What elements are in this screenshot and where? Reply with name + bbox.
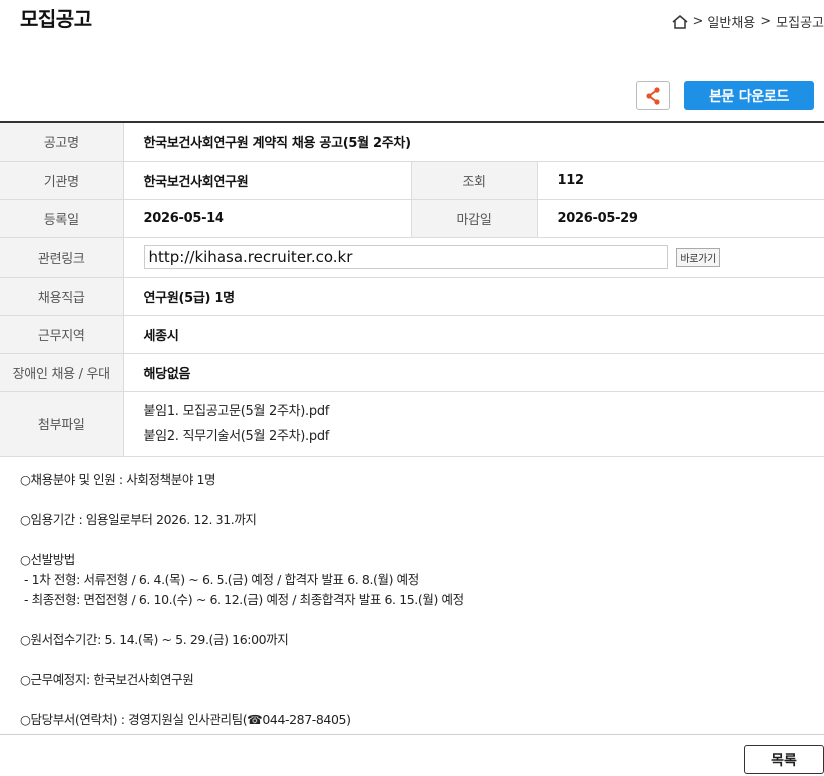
org-label: 기관명	[0, 161, 124, 200]
table-row: 첨부파일 붙임1. 모집공고문(5월 2주차).pdf 붙임2. 직무기술서(5…	[0, 391, 824, 457]
table-row: 관련링크 바로가기	[0, 237, 824, 278]
body-selection-step1: - 1차 전형: 서류전형 / 6. 4.(목) ~ 6. 5.(금) 예정 /…	[24, 572, 419, 587]
body-field: ○채용분야 및 인원 : 사회정책분야 1명	[20, 472, 216, 487]
breadcrumb-item-general[interactable]: 일반채용	[707, 12, 755, 31]
body-selection-step2: - 최종전형: 면접전형 / 6. 10.(수) ~ 6. 12.(금) 예정 …	[24, 592, 464, 607]
link-label: 관련링크	[0, 237, 124, 278]
link-input[interactable]	[143, 245, 668, 269]
table-row: 근무지역 세종시	[0, 315, 824, 354]
attachment-label: 첨부파일	[0, 391, 124, 457]
position-label: 채용직급	[0, 277, 124, 316]
title-label: 공고명	[0, 122, 124, 162]
body-period: ○임용기간 : 임용일로부터 2026. 12. 31.까지	[20, 512, 257, 527]
breadcrumb-separator: >	[692, 14, 704, 29]
body-workplace: ○근무예정지: 한국보건사회연구원	[20, 672, 194, 687]
body-selection: ○선발방법	[20, 552, 75, 567]
org-value: 한국보건사회연구원	[123, 161, 411, 200]
disabled-label: 장애인 채용 / 우대	[0, 353, 124, 392]
list-button[interactable]: 목록	[744, 745, 824, 774]
breadcrumb-separator: >	[760, 14, 772, 29]
views-label: 조회	[410, 161, 538, 200]
table-row: 채용직급 연구원(5급) 1명	[0, 277, 824, 316]
notice-body: ○채용분야 및 인원 : 사회정책분야 1명 ○임용기간 : 임용일로부터 20…	[0, 457, 824, 735]
table-row: 공고명 한국보건사회연구원 계약직 채용 공고(5월 2주차)	[0, 122, 824, 162]
reg-date-label: 등록일	[0, 199, 124, 238]
title-value: 한국보건사회연구원 계약직 채용 공고(5월 2주차)	[123, 122, 824, 162]
deadline-label: 마감일	[410, 199, 538, 238]
home-icon[interactable]	[671, 14, 689, 30]
body-apply-period: ○원서접수기간: 5. 14.(목) ~ 5. 29.(금) 16:00까지	[20, 632, 289, 647]
page-title: 모집공고	[20, 7, 92, 31]
disabled-value: 해당없음	[123, 353, 824, 392]
job-info-table: 공고명 한국보건사회연구원 계약직 채용 공고(5월 2주차) 기관명 한국보건…	[0, 121, 824, 457]
go-link-button[interactable]: 바로가기	[676, 247, 720, 267]
views-value: 112	[537, 161, 824, 200]
attachment-list: 붙임1. 모집공고문(5월 2주차).pdf 붙임2. 직무기술서(5월 2주차…	[123, 391, 824, 457]
table-row: 등록일 2026-05-14 마감일 2026-05-29	[0, 199, 824, 238]
share-button[interactable]	[636, 81, 670, 110]
table-row: 장애인 채용 / 우대 해당없음	[0, 353, 824, 392]
region-label: 근무지역	[0, 315, 124, 354]
breadcrumb: > 일반채용 > 모집공고	[671, 12, 824, 31]
attachment-link[interactable]: 붙임2. 직무기술서(5월 2주차).pdf	[144, 424, 824, 449]
deadline-value: 2026-05-29	[537, 199, 824, 238]
reg-date-value: 2026-05-14	[123, 199, 411, 238]
breadcrumb-item-current: 모집공고	[776, 16, 824, 31]
body-contact: ○담당부서(연락처) : 경영지원실 인사관리팀(☎044-287-8405)	[20, 712, 351, 727]
region-value: 세종시	[123, 315, 824, 354]
position-value: 연구원(5급) 1명	[123, 277, 824, 316]
share-icon	[646, 86, 660, 105]
attachment-link[interactable]: 붙임1. 모집공고문(5월 2주차).pdf	[144, 399, 824, 424]
table-row: 기관명 한국보건사회연구원 조회 112	[0, 161, 824, 200]
download-button[interactable]: 본문 다운로드	[684, 81, 814, 110]
